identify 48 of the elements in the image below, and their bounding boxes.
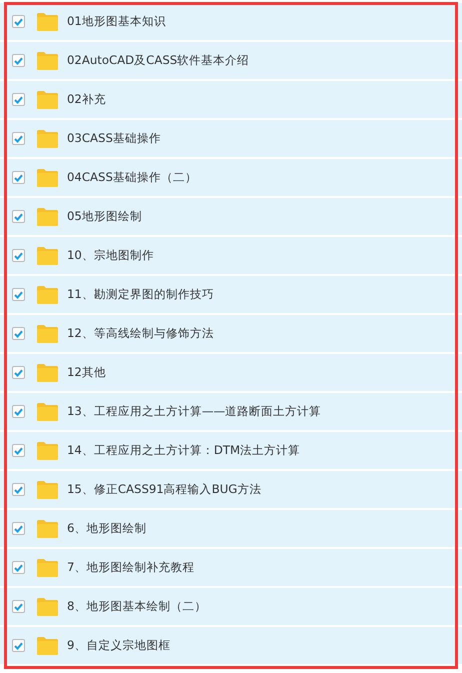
folder-name[interactable]: 02AutoCAD及CASS软件基本介绍 [67, 52, 250, 70]
folder-name[interactable]: 03CASS基础操作 [67, 130, 161, 148]
checkbox[interactable] [12, 171, 25, 184]
folder-icon [37, 168, 58, 186]
checkbox[interactable] [12, 288, 25, 301]
checkbox[interactable] [12, 405, 25, 418]
folder-name[interactable]: 12其他 [67, 364, 106, 382]
folder-name[interactable]: 8、地形图基本绘制（二） [67, 598, 206, 616]
checkbox[interactable] [12, 600, 25, 613]
folder-icon [37, 52, 58, 70]
checkbox[interactable] [12, 444, 25, 457]
folder-icon [37, 90, 58, 108]
folder-icon [37, 246, 58, 264]
folder-name[interactable]: 9、自定义宗地图框 [67, 636, 170, 654]
folder-name[interactable]: 04CASS基础操作（二） [67, 168, 197, 186]
folder-icon [37, 442, 58, 460]
checkbox[interactable] [12, 561, 25, 574]
folder-icon [37, 558, 58, 576]
checkbox[interactable] [12, 327, 25, 340]
folder-icon [37, 324, 58, 342]
folder-icon [37, 520, 58, 538]
checkbox[interactable] [12, 54, 25, 67]
folder-name[interactable]: 11、勘测定界图的制作技巧 [67, 286, 214, 304]
checkbox[interactable] [12, 366, 25, 379]
folder-icon [37, 480, 58, 498]
checkbox[interactable] [12, 249, 25, 262]
folder-icon [37, 598, 58, 616]
checkbox[interactable] [12, 639, 25, 652]
folder-icon [37, 12, 58, 30]
folder-name[interactable]: 7、地形图绘制补充教程 [67, 558, 194, 576]
folder-icon [37, 208, 58, 226]
folder-name[interactable]: 6、地形图绘制 [67, 520, 146, 538]
checkbox[interactable] [12, 93, 25, 106]
folder-name[interactable]: 05地形图绘制 [67, 208, 142, 226]
checkbox[interactable] [12, 15, 25, 28]
folder-icon [37, 636, 58, 654]
folder-name[interactable]: 02补充 [67, 90, 106, 108]
checkbox[interactable] [12, 483, 25, 496]
folder-icon [37, 130, 58, 148]
folder-name[interactable]: 12、等高线绘制与修饰方法 [67, 324, 214, 342]
folder-name[interactable]: 01地形图基本知识 [67, 12, 166, 30]
checkbox[interactable] [12, 522, 25, 535]
folder-icon [37, 286, 58, 304]
folder-icon [37, 402, 58, 420]
checkbox[interactable] [12, 210, 25, 223]
checkbox[interactable] [12, 132, 25, 145]
folder-icon [37, 364, 58, 382]
folder-name[interactable]: 10、宗地图制作 [67, 246, 154, 264]
